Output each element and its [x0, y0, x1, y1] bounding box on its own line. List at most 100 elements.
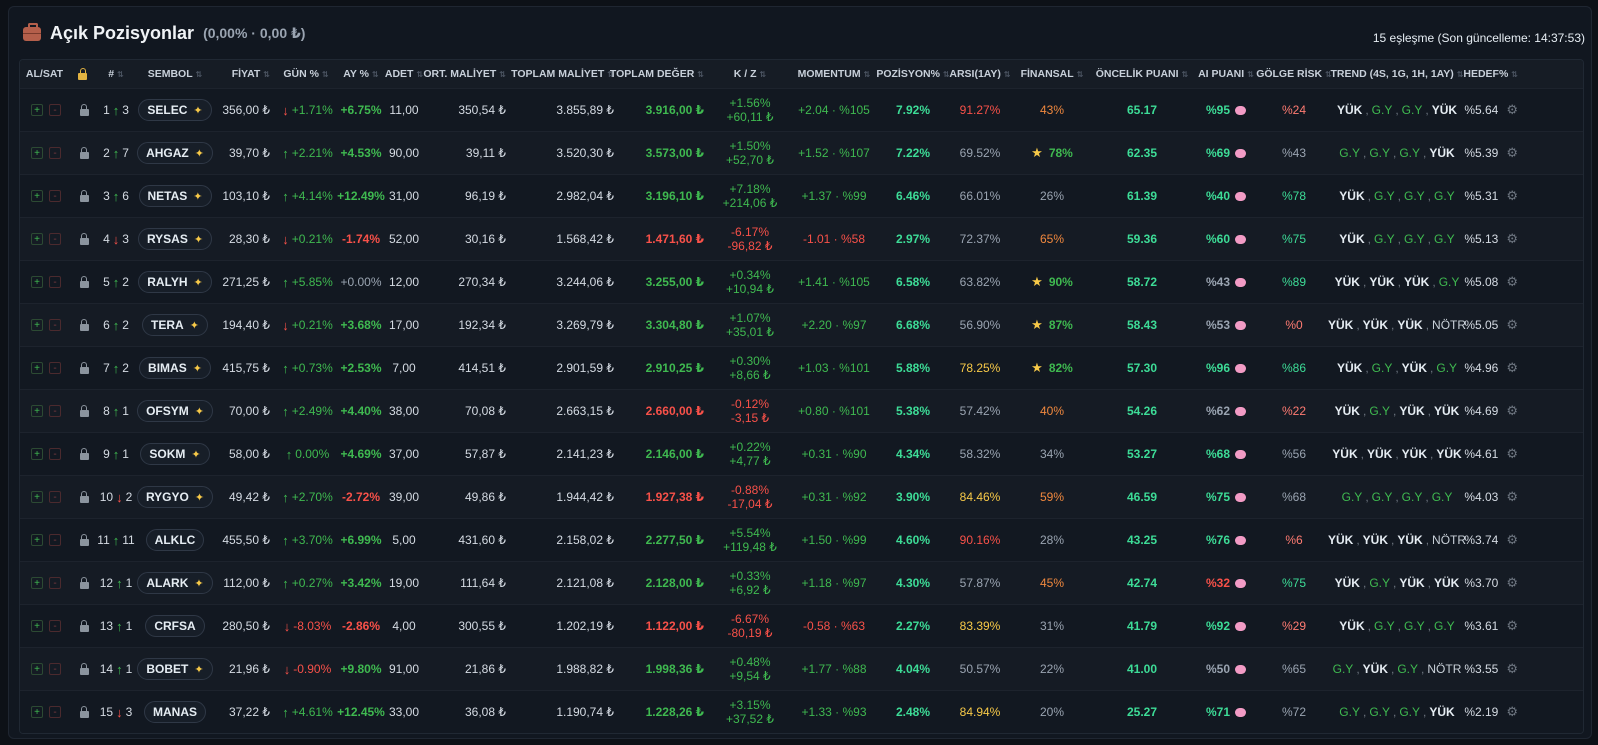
- buy-button[interactable]: +: [31, 233, 43, 245]
- column-header[interactable]: GÖLGE RİSK: [1256, 68, 1328, 80]
- column-header[interactable]: TREND (4S, 1G, 1H, 1AY): [1328, 68, 1466, 80]
- sell-button[interactable]: -: [49, 706, 61, 718]
- sell-button[interactable]: -: [49, 362, 61, 374]
- buy-button[interactable]: +: [31, 104, 43, 116]
- sell-button[interactable]: -: [49, 534, 61, 546]
- sell-button[interactable]: -: [49, 104, 61, 116]
- gear-icon[interactable]: ⚙: [1506, 403, 1518, 419]
- lock-icon[interactable]: [79, 447, 89, 460]
- lock-icon[interactable]: [79, 146, 89, 159]
- column-header[interactable]: AL/SAT: [20, 68, 72, 80]
- gear-icon[interactable]: ⚙: [1506, 704, 1518, 720]
- gear-icon[interactable]: ⚙: [1506, 661, 1518, 677]
- gear-icon[interactable]: ⚙: [1506, 446, 1518, 462]
- lock-icon[interactable]: [79, 275, 89, 288]
- buy-button[interactable]: +: [31, 147, 43, 159]
- lock-icon[interactable]: [78, 67, 87, 80]
- buy-button[interactable]: +: [31, 190, 43, 202]
- buy-button[interactable]: +: [31, 577, 43, 589]
- symbol-pill[interactable]: AHGAZ ✦: [137, 142, 213, 164]
- column-header[interactable]: SEMBOL: [136, 68, 214, 80]
- buy-button[interactable]: +: [31, 362, 43, 374]
- sell-button[interactable]: -: [49, 491, 61, 503]
- gear-icon[interactable]: ⚙: [1506, 274, 1518, 290]
- buy-button[interactable]: +: [31, 405, 43, 417]
- gear-icon[interactable]: ⚙: [1506, 102, 1518, 118]
- column-header[interactable]: HEDEF%: [1463, 68, 1524, 80]
- gear-icon[interactable]: ⚙: [1506, 231, 1518, 247]
- column-header[interactable]: GÜN %: [276, 68, 336, 80]
- gear-icon[interactable]: ⚙: [1506, 532, 1518, 548]
- symbol-pill[interactable]: ALARK ✦: [137, 572, 213, 594]
- gear-icon[interactable]: ⚙: [1506, 618, 1518, 634]
- column-header[interactable]: TOPLAM DEĞER: [610, 68, 710, 80]
- column-header[interactable]: FİNANSAL: [1012, 68, 1092, 80]
- column-header[interactable]: ÖNCELİK PUANI: [1092, 68, 1192, 80]
- lock-icon[interactable]: [79, 361, 89, 374]
- column-header[interactable]: ADET: [385, 68, 422, 80]
- cell: CRFSA: [136, 615, 214, 637]
- symbol-pill[interactable]: ALKLC: [145, 529, 205, 551]
- lock-icon[interactable]: [79, 533, 89, 546]
- gear-icon[interactable]: ⚙: [1506, 317, 1518, 333]
- column-header[interactable]: #: [96, 68, 136, 80]
- gear-icon[interactable]: ⚙: [1506, 360, 1518, 376]
- sell-button[interactable]: -: [49, 405, 61, 417]
- buy-button[interactable]: +: [31, 448, 43, 460]
- sell-button[interactable]: -: [49, 190, 61, 202]
- symbol-pill[interactable]: RYGYO ✦: [136, 486, 214, 508]
- buy-button[interactable]: +: [31, 663, 43, 675]
- lock-icon[interactable]: [79, 232, 89, 245]
- symbol-pill[interactable]: RYSAS ✦: [137, 228, 213, 250]
- gear-icon[interactable]: ⚙: [1506, 575, 1518, 591]
- lock-icon[interactable]: [79, 705, 89, 718]
- sell-button[interactable]: -: [49, 233, 61, 245]
- column-header[interactable]: AY %: [336, 68, 386, 80]
- buy-button[interactable]: +: [31, 491, 43, 503]
- symbol-pill[interactable]: BIMAS ✦: [139, 357, 211, 379]
- symbol-pill[interactable]: SELEC ✦: [138, 99, 212, 121]
- buy-button[interactable]: +: [31, 534, 43, 546]
- sell-button[interactable]: -: [49, 448, 61, 460]
- sell-button[interactable]: -: [49, 319, 61, 331]
- buy-button[interactable]: +: [31, 620, 43, 632]
- lock-icon[interactable]: [79, 189, 89, 202]
- symbol-pill[interactable]: CRFSA: [145, 615, 205, 637]
- column-header[interactable]: ORT. MALİYET: [422, 68, 512, 80]
- gear-icon[interactable]: ⚙: [1506, 489, 1518, 505]
- gear-icon[interactable]: ⚙: [1506, 145, 1518, 161]
- column-header[interactable]: TOPLAM MALİYET: [511, 68, 620, 80]
- symbol-pill[interactable]: SOKM ✦: [140, 443, 210, 465]
- symbol-pill[interactable]: TERA ✦: [142, 314, 208, 336]
- lock-icon[interactable]: [79, 318, 89, 331]
- buy-button[interactable]: +: [31, 706, 43, 718]
- buy-button[interactable]: +: [31, 319, 43, 331]
- column-header[interactable]: POZİSYON%: [876, 68, 948, 80]
- symbol-pill[interactable]: MANAS: [144, 701, 206, 723]
- gear-icon[interactable]: ⚙: [1506, 188, 1518, 204]
- lock-icon[interactable]: [79, 103, 89, 116]
- lock-icon[interactable]: [79, 662, 89, 675]
- symbol-pill[interactable]: OFSYM ✦: [137, 400, 213, 422]
- column-header[interactable]: MOMENTUM: [790, 68, 878, 80]
- cell: 58.32%: [948, 447, 1012, 461]
- lock-icon[interactable]: [79, 404, 89, 417]
- column-header[interactable]: K / Z: [710, 68, 790, 80]
- column-header[interactable]: AI PUANI: [1192, 68, 1260, 80]
- sell-button[interactable]: -: [49, 577, 61, 589]
- sell-button[interactable]: -: [49, 147, 61, 159]
- lock-icon[interactable]: [79, 619, 89, 632]
- sell-button[interactable]: -: [49, 276, 61, 288]
- trend-separator: ,: [1395, 447, 1399, 461]
- lock-icon[interactable]: [79, 576, 89, 589]
- symbol-pill[interactable]: BOBET ✦: [137, 658, 213, 680]
- sell-button[interactable]: -: [49, 663, 61, 675]
- sell-button[interactable]: -: [49, 620, 61, 632]
- symbol-pill[interactable]: RALYH ✦: [138, 271, 212, 293]
- symbol-pill[interactable]: NETAS ✦: [138, 185, 212, 207]
- column-header[interactable]: FİYAT: [214, 68, 276, 80]
- buy-button[interactable]: +: [31, 276, 43, 288]
- lock-icon[interactable]: [79, 490, 89, 503]
- column-header[interactable]: ARSI(1AY): [948, 68, 1012, 80]
- column-header[interactable]: [72, 67, 96, 80]
